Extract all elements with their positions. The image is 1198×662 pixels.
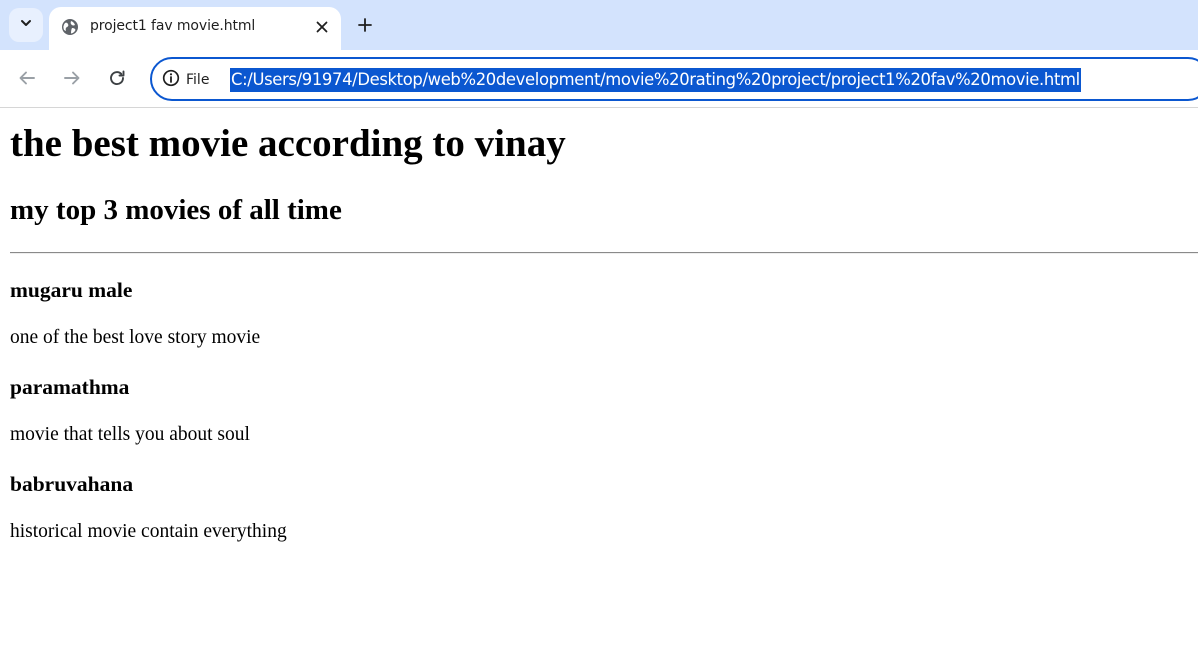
site-info-label: File (186, 72, 210, 88)
url-input[interactable]: C:/Users/91974/Desktop/web%20development… (230, 68, 1081, 92)
movie-title: babruvahana (10, 472, 134, 496)
movie-title: mugaru male (10, 278, 133, 302)
tab-title: project1 fav movie.html (90, 18, 256, 34)
tab-strip: project1 fav movie.html (0, 0, 1198, 50)
movie-description: historical movie contain everything (10, 521, 287, 542)
horizontal-rule (10, 252, 1198, 254)
tab-search-button[interactable] (9, 8, 43, 42)
movie-description: one of the best love story movie (10, 327, 261, 348)
chevron-down-icon (19, 16, 33, 35)
address-bar[interactable]: File C:/Users/91974/Desktop/web%20develo… (150, 57, 1198, 101)
site-info-chip[interactable]: File (162, 69, 209, 91)
forward-arrow-icon[interactable] (61, 67, 83, 89)
info-icon (162, 69, 180, 92)
browser-toolbar: File C:/Users/91974/Desktop/web%20develo… (0, 50, 1198, 108)
back-arrow-icon[interactable] (16, 67, 38, 89)
close-icon[interactable] (311, 16, 333, 38)
plus-icon[interactable] (354, 14, 376, 36)
browser-tab[interactable]: project1 fav movie.html (49, 7, 341, 50)
reload-icon[interactable] (106, 67, 128, 89)
page-heading: the best movie according to vinay (10, 122, 566, 165)
page-subheading: my top 3 movies of all time (10, 194, 342, 226)
movie-title: paramathma (10, 375, 130, 399)
movie-description: movie that tells you about soul (10, 424, 250, 445)
globe-icon (61, 18, 79, 36)
page-content: the best movie according to vinay my top… (0, 109, 1198, 662)
